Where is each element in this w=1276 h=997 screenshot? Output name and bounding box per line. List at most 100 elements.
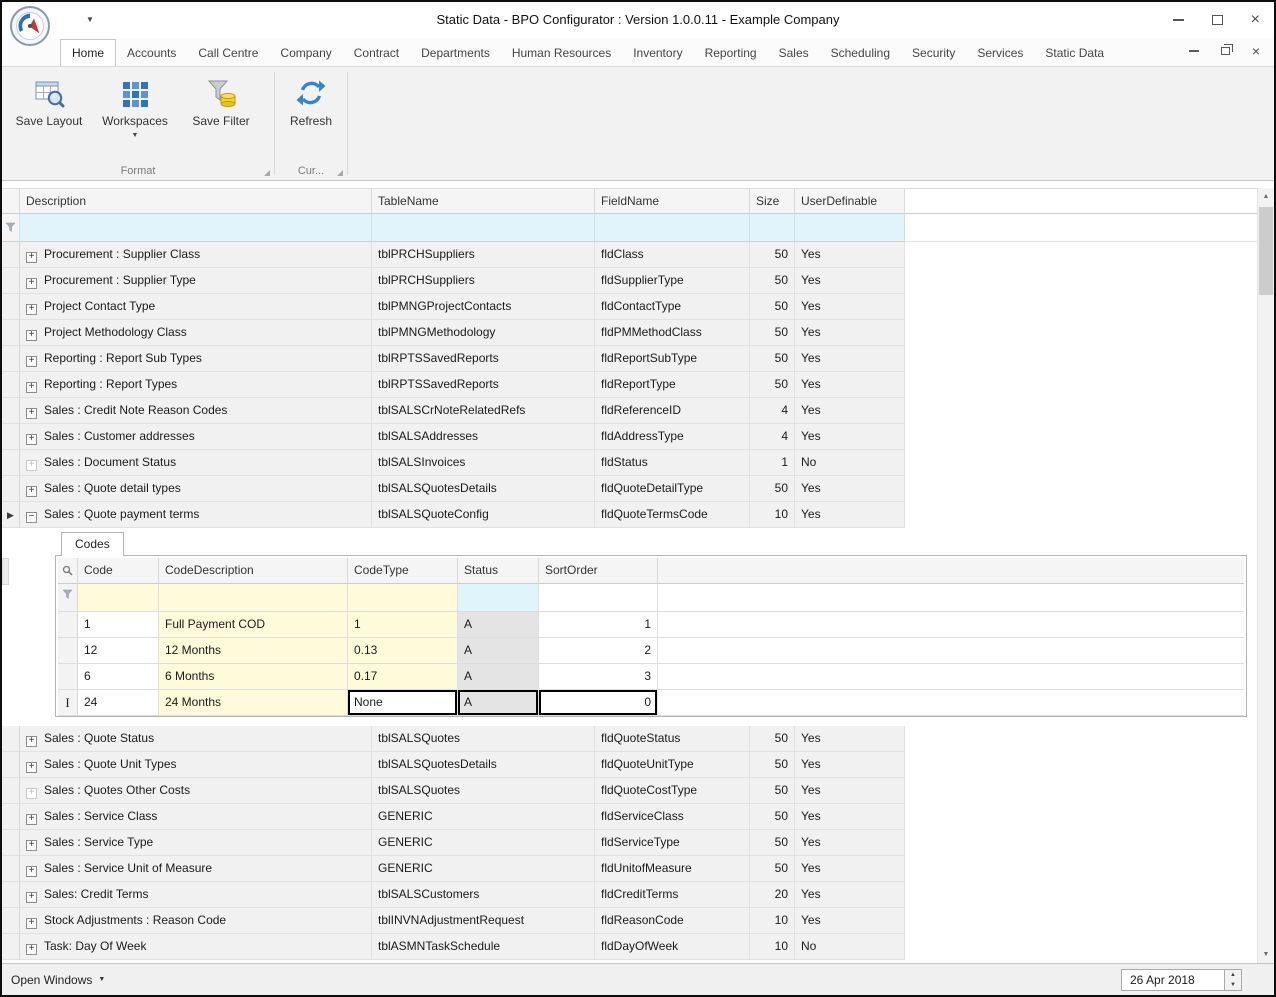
cell-size[interactable]: 50 — [750, 268, 795, 294]
cell-fieldname[interactable]: fldDayOfWeek — [595, 934, 750, 960]
cell-fieldname[interactable]: fldServiceClass — [595, 804, 750, 830]
table-row[interactable]: Sales : Quotes Other Costs tblSALSQuotes… — [2, 778, 1257, 804]
detail-tab-codes[interactable]: Codes — [61, 532, 124, 556]
minimize-icon[interactable] — [1172, 19, 1184, 21]
cell-userdefinable[interactable]: No — [795, 934, 905, 960]
format-dialog-launcher-icon[interactable] — [264, 170, 270, 176]
expand-icon[interactable] — [26, 251, 37, 263]
cell-tablename[interactable]: tblSALSCrNoteRelatedRefs — [372, 398, 595, 424]
cell-userdefinable[interactable]: Yes — [795, 830, 905, 856]
cell-description[interactable]: Sales : Quote Status — [20, 726, 372, 752]
cell-sortorder[interactable]: 2 — [539, 638, 658, 664]
expand-icon[interactable] — [26, 813, 37, 825]
cell-code[interactable]: 1 — [78, 612, 159, 638]
cell-fieldname[interactable]: fldPMMethodClass — [595, 320, 750, 346]
ribbon-tab[interactable]: Contract — [343, 40, 410, 66]
cell-userdefinable[interactable]: Yes — [795, 882, 905, 908]
cell-description[interactable]: Task: Day Of Week — [20, 934, 372, 960]
cell-description[interactable]: Procurement : Supplier Class — [20, 242, 372, 268]
cell-size[interactable]: 10 — [750, 934, 795, 960]
cell-description[interactable]: Sales : Service Unit of Measure — [20, 856, 372, 882]
cell-fieldname[interactable]: fldQuoteTermsCode — [595, 502, 750, 528]
expand-icon[interactable] — [26, 407, 37, 419]
cell-description[interactable]: Project Methodology Class — [20, 320, 372, 346]
cell-fieldname[interactable]: fldSupplierType — [595, 268, 750, 294]
vertical-scrollbar[interactable]: ▲ ▼ — [1257, 188, 1274, 963]
cell-fieldname[interactable]: fldClass — [595, 242, 750, 268]
cell-size[interactable]: 1 — [750, 450, 795, 476]
cell-userdefinable[interactable]: Yes — [795, 320, 905, 346]
expand-icon[interactable] — [26, 485, 37, 497]
expand-icon[interactable] — [26, 433, 37, 445]
cell-code[interactable]: 6 — [78, 664, 159, 690]
table-row[interactable]: Sales : Service Class GENERIC fldService… — [2, 804, 1257, 830]
mdi-restore-icon[interactable] — [1220, 44, 1233, 55]
cell-codetype[interactable]: 0.17 — [348, 664, 458, 690]
current-dialog-launcher-icon[interactable] — [337, 170, 343, 176]
cell-fieldname[interactable]: fldReportSubType — [595, 346, 750, 372]
mdi-minimize-icon[interactable] — [1188, 50, 1199, 52]
cell-fieldname[interactable]: fldQuoteDetailType — [595, 476, 750, 502]
expand-icon[interactable] — [26, 381, 37, 393]
cell-tablename[interactable]: tblSALSAddresses — [372, 424, 595, 450]
cell-size[interactable]: 10 — [750, 908, 795, 934]
codes-row[interactable]: 6 6 Months 0.17 A 3 — [58, 664, 1244, 690]
cell-tablename[interactable]: tblINVNAdjustmentRequest — [372, 908, 595, 934]
table-row[interactable]: Sales : Service Unit of Measure GENERIC … — [2, 856, 1257, 882]
expand-icon[interactable] — [26, 329, 37, 341]
scroll-down-icon[interactable]: ▼ — [1258, 946, 1274, 963]
column-header-sortorder[interactable]: SortOrder — [539, 558, 658, 584]
cell-size[interactable]: 50 — [750, 346, 795, 372]
cell-size[interactable]: 50 — [750, 804, 795, 830]
cell-description[interactable]: Sales : Quote payment terms — [20, 502, 372, 528]
table-row[interactable]: Sales : Credit Note Reason Codes tblSALS… — [2, 398, 1257, 424]
table-row[interactable]: Reporting : Report Sub Types tblRPTSSave… — [2, 346, 1257, 372]
workspaces-button[interactable]: Workspaces ▼ — [96, 74, 174, 142]
cell-description[interactable]: Reporting : Report Types — [20, 372, 372, 398]
ribbon-tab[interactable]: Human Resources — [501, 40, 622, 66]
cell-tablename[interactable]: GENERIC — [372, 856, 595, 882]
column-header-fieldname[interactable]: FieldName — [595, 188, 750, 214]
cell-description[interactable]: Sales : Quote Unit Types — [20, 752, 372, 778]
filter-input-codedescription[interactable] — [159, 584, 348, 612]
cell-size[interactable]: 50 — [750, 856, 795, 882]
cell-description[interactable]: Sales : Service Type — [20, 830, 372, 856]
cell-code[interactable]: 12 — [78, 638, 159, 664]
cell-codetype[interactable]: 1 — [348, 612, 458, 638]
cell-tablename[interactable]: tblSALSCustomers — [372, 882, 595, 908]
cell-description[interactable]: Sales : Credit Note Reason Codes — [20, 398, 372, 424]
cell-codedescription[interactable]: 6 Months — [159, 664, 348, 690]
cell-tablename[interactable]: tblSALSInvoices — [372, 450, 595, 476]
expand-icon[interactable] — [26, 277, 37, 289]
scroll-up-icon[interactable]: ▲ — [1258, 188, 1274, 205]
ribbon-tab[interactable]: Services — [966, 40, 1034, 66]
column-header-size[interactable]: Size — [750, 188, 795, 214]
filter-input-code[interactable] — [78, 584, 159, 612]
cell-status[interactable]: A — [458, 638, 539, 664]
cell-userdefinable[interactable]: Yes — [795, 242, 905, 268]
expand-icon[interactable] — [26, 303, 37, 315]
cell-userdefinable[interactable]: Yes — [795, 752, 905, 778]
cell-size[interactable]: 50 — [750, 242, 795, 268]
cell-userdefinable[interactable]: Yes — [795, 908, 905, 934]
expand-icon[interactable] — [26, 917, 37, 929]
cell-tablename[interactable]: tblSALSQuoteConfig — [372, 502, 595, 528]
codes-row[interactable]: I 24 24 Months None A 0 — [58, 690, 1244, 716]
table-row[interactable]: Sales: Credit Terms tblSALSCustomers fld… — [2, 882, 1257, 908]
table-row[interactable]: Reporting : Report Types tblRPTSSavedRep… — [2, 372, 1257, 398]
codes-row[interactable]: 1 Full Payment COD 1 A 1 — [58, 612, 1244, 638]
cell-tablename[interactable]: tblPMNGProjectContacts — [372, 294, 595, 320]
filter-input-size[interactable] — [750, 214, 795, 242]
cell-size[interactable]: 50 — [750, 294, 795, 320]
table-row[interactable]: Stock Adjustments : Reason Code tblINVNA… — [2, 908, 1257, 934]
cell-size[interactable]: 10 — [750, 502, 795, 528]
cell-tablename[interactable]: tblSALSQuotes — [372, 726, 595, 752]
cell-description[interactable]: Project Contact Type — [20, 294, 372, 320]
column-header-description[interactable]: Description — [20, 188, 372, 214]
cell-userdefinable[interactable]: Yes — [795, 424, 905, 450]
expand-icon[interactable] — [26, 761, 37, 773]
cell-description[interactable]: Sales : Service Class — [20, 804, 372, 830]
table-row[interactable]: Task: Day Of Week tblASMNTaskSchedule fl… — [2, 934, 1257, 960]
filter-input-codetype[interactable] — [348, 584, 458, 612]
cell-codedescription[interactable]: Full Payment COD — [159, 612, 348, 638]
